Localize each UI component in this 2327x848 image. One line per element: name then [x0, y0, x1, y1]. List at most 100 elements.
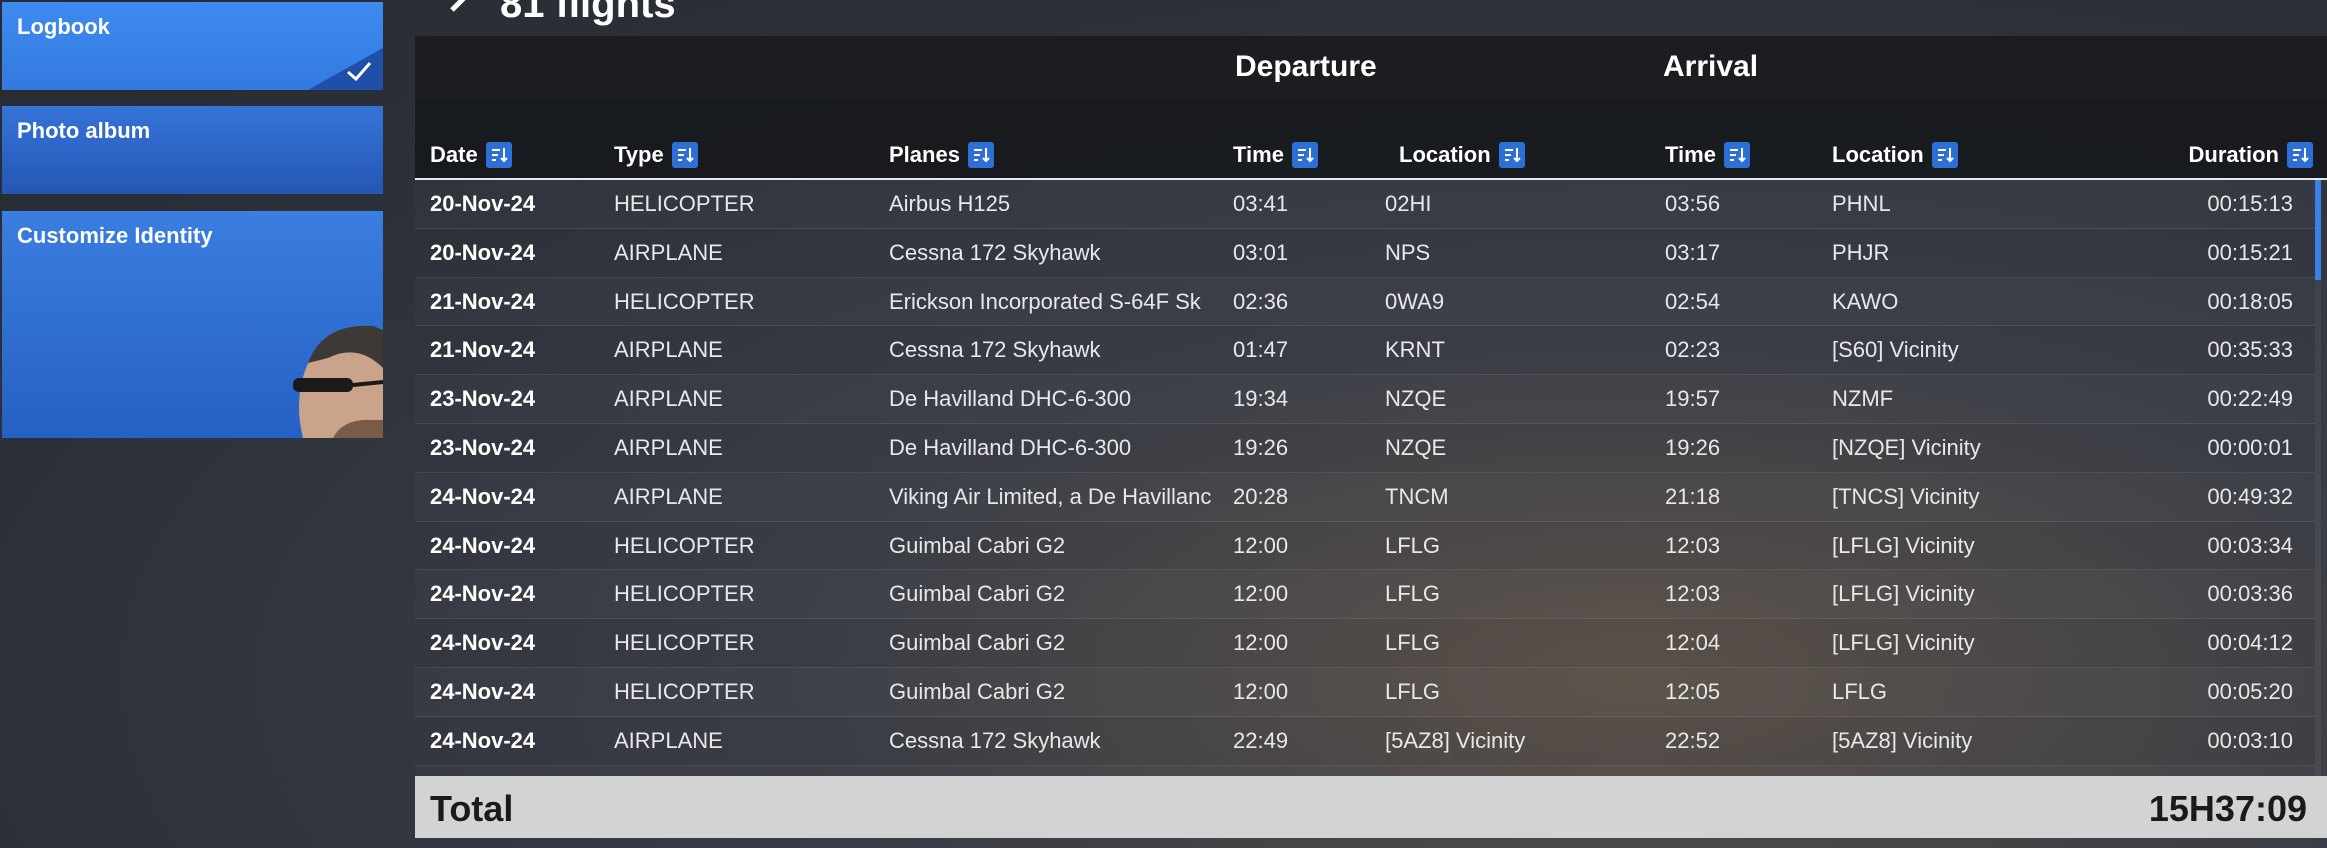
sidebar-item-label: Logbook: [17, 14, 110, 39]
column-header-label: Location: [1832, 142, 1924, 167]
column-header-arrival-location[interactable]: Location: [1832, 140, 1958, 170]
table-row[interactable]: 24-Nov-24 AIRPLANE Cessna 172 Skyhawk 22:49…: [415, 717, 2315, 766]
type-cell: HELICOPTER: [614, 532, 755, 558]
column-header-departure-time[interactable]: Time: [1233, 140, 1318, 170]
total-label: Total: [430, 788, 514, 829]
departure-time-cell: 19:34: [1233, 386, 1289, 412]
departure-location-cell: NPS: [1385, 239, 1431, 265]
table-row[interactable]: 24-Nov-24 HELICOPTER Guimbal Cabri G2 12:00…: [415, 522, 2315, 571]
sort-icon[interactable]: [2287, 142, 2313, 168]
arrival-location-cell: KAWO: [1832, 288, 1899, 314]
duration-cell: 00:05:20: [2207, 678, 2293, 704]
sidebar-item-photo-album[interactable]: Photo album: [2, 106, 383, 194]
departure-location-cell: LFLG: [1385, 581, 1441, 607]
column-header-arrival-time[interactable]: Time: [1665, 140, 1750, 170]
column-header-label: Date: [430, 142, 478, 167]
arrival-location-cell: LFLG: [1832, 678, 1888, 704]
arrival-location-cell: PHNL: [1832, 191, 1891, 216]
date-cell: 24-Nov-24: [430, 678, 536, 704]
arrival-location-cell: [LFLG] Vicinity: [1832, 532, 1975, 558]
departure-location-cell: KRNT: [1385, 337, 1445, 363]
departure-time-cell: 19:26: [1233, 434, 1289, 460]
duration-cell: 00:35:33: [2207, 337, 2293, 363]
plane-cell: Guimbal Cabri G2: [889, 678, 1066, 704]
type-cell: AIRPLANE: [614, 386, 723, 412]
column-header-date[interactable]: Date: [430, 140, 512, 170]
table-row[interactable]: 23-Nov-24 AIRPLANE De Havilland DHC-6-300 1…: [415, 424, 2315, 473]
arrival-time-cell: 03:17: [1665, 239, 1721, 265]
departure-time-cell: 03:41: [1233, 191, 1289, 216]
departure-location-cell: LFLG: [1385, 532, 1441, 558]
sort-icon[interactable]: [671, 142, 698, 168]
column-header-planes[interactable]: Planes: [889, 140, 994, 170]
type-cell: HELICOPTER: [614, 678, 755, 704]
arrival-time-cell: 22:52: [1665, 727, 1721, 753]
table-row[interactable]: 20-Nov-24 HELICOPTER Airbus H125 03:41 02HI 0…: [415, 180, 2315, 229]
arrival-time-cell: 12:03: [1665, 532, 1721, 558]
sort-icon[interactable]: [485, 142, 512, 168]
duration-cell: 00:00:01: [2207, 434, 2293, 460]
arrival-location-cell: NZMF: [1832, 386, 1894, 412]
plane-cell: Cessna 172 Skyhawk: [889, 727, 1101, 753]
type-cell: HELICOPTER: [614, 288, 755, 314]
column-header-label: Time: [1665, 142, 1716, 167]
duration-cell: 00:03:10: [2207, 727, 2293, 753]
date-cell: 21-Nov-24: [430, 288, 536, 314]
departure-time-cell: 12:00: [1233, 532, 1289, 558]
avatar: [293, 325, 383, 438]
departure-time-cell: 12:00: [1233, 678, 1289, 704]
table-row[interactable]: 21-Nov-24 AIRPLANE Cessna 172 Skyhawk 01:47…: [415, 326, 2315, 376]
column-header-label: Time: [1233, 142, 1284, 167]
arrival-time-cell: 12:04: [1665, 630, 1721, 656]
departure-location-cell: 02HI: [1385, 191, 1432, 216]
chevron-right-icon: [450, 0, 466, 12]
sidebar-item-logbook[interactable]: Logbook: [2, 2, 383, 90]
plane-cell: De Havilland DHC-6-300: [889, 434, 1132, 460]
duration-cell: 00:03:36: [2207, 581, 2293, 607]
type-cell: HELICOPTER: [614, 630, 755, 656]
departure-location-cell: 0WA9: [1385, 288, 1445, 314]
arrival-location-cell: [5AZ8] Vicinity: [1832, 727, 1973, 753]
table-row[interactable]: 24-Nov-24 AIRPLANE Viking Air Limited, a D…: [415, 473, 2315, 522]
arrival-time-cell: 19:26: [1665, 434, 1721, 460]
date-cell: 20-Nov-24: [430, 239, 536, 265]
duration-cell: 00:03:34: [2207, 532, 2293, 558]
scrollbar[interactable]: [2315, 180, 2321, 800]
date-cell: 23-Nov-24: [430, 434, 536, 460]
type-cell: AIRPLANE: [614, 239, 723, 265]
table-row[interactable]: 20-Nov-24 AIRPLANE Cessna 172 Skyhawk 03:01…: [415, 229, 2315, 278]
arrival-group-title: Arrival: [1663, 50, 1759, 83]
column-header-type[interactable]: Type: [614, 140, 698, 170]
table-row[interactable]: 24-Nov-24 HELICOPTER Guimbal Cabri G2 12:00…: [415, 570, 2315, 620]
arrival-location-cell: [LFLG] Vicinity: [1832, 630, 1975, 656]
type-cell: HELICOPTER: [614, 191, 755, 216]
scrollbar-thumb[interactable]: [2315, 180, 2321, 280]
departure-time-cell: 02:36: [1233, 288, 1289, 314]
sort-icon[interactable]: [1498, 142, 1525, 168]
arrival-time-cell: 21:18: [1665, 483, 1721, 509]
column-header-departure-location[interactable]: Location: [1399, 140, 1525, 170]
plane-cell: Airbus H125: [889, 191, 1011, 216]
arrival-time-cell: 03:56: [1665, 191, 1721, 216]
arrival-time-cell: 12:05: [1665, 678, 1721, 704]
table-row[interactable]: 21-Nov-24 HELICOPTER Erickson Incorporated…: [415, 278, 2315, 327]
column-header-row: Date Type Planes Time Location Time Loca…: [415, 98, 2327, 180]
departure-location-cell: NZQE: [1385, 434, 1447, 460]
page-title: 81 flights: [500, 0, 676, 26]
table-row[interactable]: 23-Nov-24 AIRPLANE De Havilland DHC-6-300 1…: [415, 375, 2315, 424]
date-cell: 23-Nov-24: [430, 386, 536, 412]
sidebar-item-customize-identity[interactable]: Customize Identity: [2, 211, 383, 438]
sort-icon[interactable]: [967, 142, 994, 168]
table-row[interactable]: 24-Nov-24 HELICOPTER Guimbal Cabri G2 12:00…: [415, 668, 2315, 717]
column-header-duration[interactable]: Duration: [2189, 140, 2313, 170]
arrival-location-cell: PHJR: [1832, 239, 1890, 265]
sort-icon[interactable]: [1723, 142, 1750, 168]
table-row[interactable]: 24-Nov-24 HELICOPTER Guimbal Cabri G2 12:00…: [415, 619, 2315, 668]
departure-location-cell: NZQE: [1385, 386, 1447, 412]
plane-cell: Cessna 172 Skyhawk: [889, 239, 1101, 265]
sort-icon[interactable]: [1931, 142, 1958, 168]
departure-location-cell: LFLG: [1385, 630, 1441, 656]
duration-cell: 00:15:21: [2207, 239, 2293, 265]
sort-icon[interactable]: [1291, 142, 1318, 168]
plane-cell: Guimbal Cabri G2: [889, 532, 1066, 558]
